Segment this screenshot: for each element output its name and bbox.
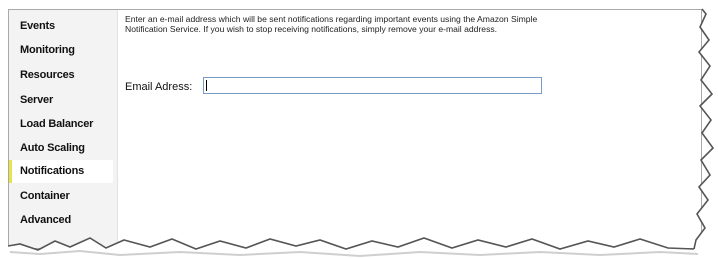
email-field[interactable] [203,77,542,94]
text-caret [206,80,207,91]
screenshot-frame: Events Monitoring Resources Server Load … [0,0,718,259]
sidebar-item-server[interactable]: Server [9,89,113,112]
settings-panel: Events Monitoring Resources Server Load … [8,9,702,249]
sidebar-item-container[interactable]: Container [9,185,113,208]
sidebar-item-events[interactable]: Events [9,15,113,38]
email-label: Email Adress: [125,81,193,93]
notifications-content: Enter an e-mail address which will be se… [118,10,701,248]
sidebar-item-resources[interactable]: Resources [9,64,113,87]
sidebar-item-monitoring[interactable]: Monitoring [9,39,113,62]
sidebar: Events Monitoring Resources Server Load … [9,10,118,248]
sidebar-item-advanced[interactable]: Advanced [9,209,113,232]
sidebar-item-auto-scaling[interactable]: Auto Scaling [9,137,113,160]
sidebar-item-load-balancer[interactable]: Load Balancer [9,113,113,136]
notifications-description: Enter an e-mail address which will be se… [125,14,538,34]
sidebar-item-notifications[interactable]: Notifications [9,160,113,183]
